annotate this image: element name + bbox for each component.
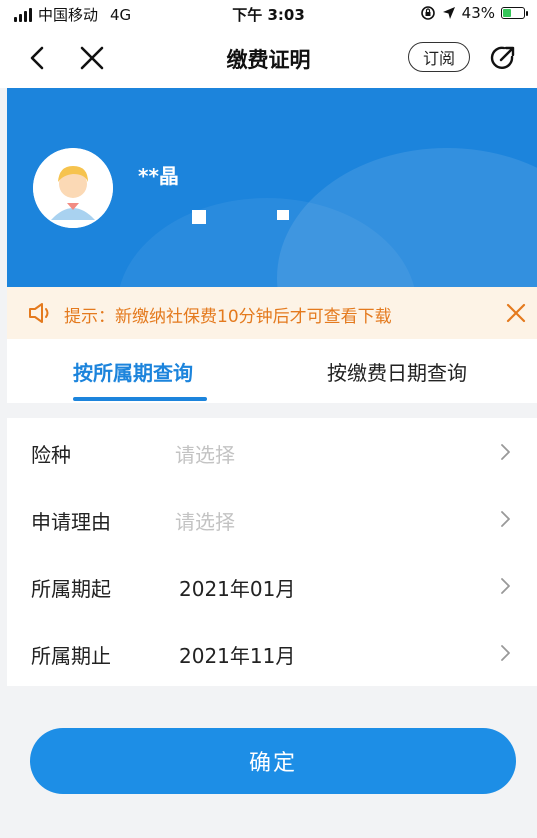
notice-bar: 提示：新缴纳社保费10分钟后才可查看下载 xyxy=(7,287,537,339)
orientation-lock-icon xyxy=(420,6,435,20)
chevron-right-icon xyxy=(501,444,510,460)
location-icon xyxy=(442,7,455,19)
status-right: 43% xyxy=(420,4,528,22)
speaker-icon xyxy=(29,303,49,323)
period-end-select[interactable]: 2021年11月 xyxy=(179,640,295,669)
status-bar: 中国移动 4G 下午 3:03 43% xyxy=(0,0,537,28)
reason-select[interactable]: 请选择 xyxy=(175,506,235,535)
profile-banner: **晶 xyxy=(7,88,537,287)
battery-label: 43% xyxy=(461,4,495,22)
insurance-type-select[interactable]: 请选择 xyxy=(175,439,235,468)
close-icon[interactable] xyxy=(504,301,528,325)
nav-bar: 缴费证明 订阅 xyxy=(0,28,537,88)
row-label: 所属期止 xyxy=(31,644,111,668)
tab-active-indicator xyxy=(73,397,207,401)
subscribe-button[interactable]: 订阅 xyxy=(408,42,470,72)
battery-charging-icon xyxy=(501,7,528,19)
notice-text: 提示：新缴纳社保费10分钟后才可查看下载 xyxy=(64,307,392,327)
share-icon[interactable] xyxy=(487,42,519,74)
row-label: 险种 xyxy=(31,443,71,467)
battery-fill xyxy=(503,9,511,17)
redacted-mark xyxy=(277,210,289,220)
form-row-insurance-type[interactable]: 险种 请选择 xyxy=(7,418,537,485)
form-row-period-start[interactable]: 所属期起 2021年01月 xyxy=(7,552,537,619)
user-avatar-icon xyxy=(33,148,113,228)
tab-by-payment-date[interactable]: 按缴费日期查询 xyxy=(327,357,467,386)
chevron-right-icon xyxy=(501,578,510,594)
row-label: 所属期起 xyxy=(31,577,111,601)
period-start-select[interactable]: 2021年01月 xyxy=(179,573,295,602)
row-label: 申请理由 xyxy=(31,510,111,534)
user-name: **晶 xyxy=(138,164,179,188)
tab-bar: 按所属期查询 按缴费日期查询 xyxy=(7,339,537,403)
form-row-period-end[interactable]: 所属期止 2021年11月 xyxy=(7,619,537,686)
chevron-right-icon xyxy=(501,511,510,527)
avatar xyxy=(33,148,113,228)
redacted-mark xyxy=(192,210,206,224)
chevron-right-icon xyxy=(501,645,510,661)
form-row-reason[interactable]: 申请理由 请选择 xyxy=(7,485,537,552)
confirm-button[interactable]: 确定 xyxy=(30,728,516,794)
query-form: 险种 请选择 申请理由 请选择 所属期起 2021年01月 所属期止 2021年… xyxy=(7,418,537,686)
tab-by-period[interactable]: 按所属期查询 xyxy=(73,357,193,386)
